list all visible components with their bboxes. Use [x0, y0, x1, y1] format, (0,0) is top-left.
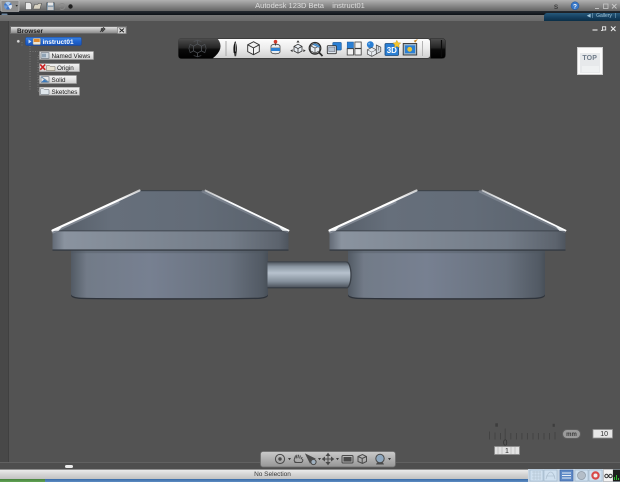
svg-text:1: 1: [505, 448, 509, 455]
svg-text:S: S: [554, 4, 559, 11]
svg-text:?: ?: [573, 3, 577, 10]
svg-text:10: 10: [600, 431, 608, 438]
svg-text:mm: mm: [566, 432, 577, 438]
